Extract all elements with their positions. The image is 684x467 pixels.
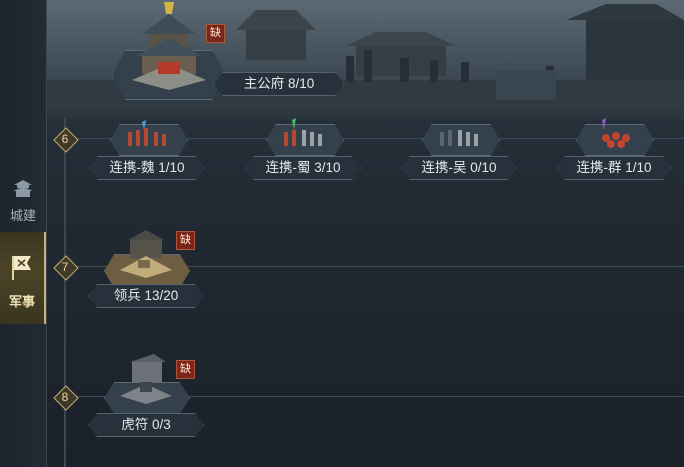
tier-6-number: 6 [61,132,69,146]
tech-tree-screen: 城建 军事 缺 主公府 8/10 6 连携-魏 1/10 连携-蜀 3/10 连… [0,0,684,467]
tech-label-wu[interactable]: 连携-吴 0/10 [401,156,517,180]
wu-troops-icon [440,130,478,146]
missing-badge: 缺 [176,360,195,379]
tier-7-number: 7 [61,260,69,274]
pagoda-icon [13,180,33,197]
tech-label-tiger-tally[interactable]: 虎符 0/3 [88,413,204,437]
tech-label-qun[interactable]: 连携-群 1/10 [556,156,672,180]
tech-node-wu[interactable] [422,118,500,158]
left-nav: 城建 军事 [0,0,47,467]
timeline-line [64,118,66,467]
tiger-tally-icon [120,354,172,404]
nav-military-label: 军事 [8,294,35,309]
war-flag-icon [12,256,31,280]
missing-badge: 缺 [206,24,225,43]
barracks-icon [120,230,172,278]
tier-8-number: 8 [61,390,69,404]
shu-troops-icon [284,118,322,146]
tech-label-lead-troops[interactable]: 领兵 13/20 [88,284,204,308]
missing-badge: 缺 [176,231,195,250]
tech-label-wei[interactable]: 连携-魏 1/10 [89,156,205,180]
tech-node-wei[interactable] [110,118,188,158]
main-building-label[interactable]: 主公府 8/10 [214,72,344,96]
main-building-node[interactable] [108,0,228,100]
palace-icon [132,2,206,90]
tech-node-shu[interactable] [266,118,344,158]
qun-troops-icon [602,118,630,148]
tech-label-shu[interactable]: 连携-蜀 3/10 [245,156,361,180]
tech-node-qun[interactable] [576,118,654,158]
nav-city-building[interactable]: 城建 [0,178,46,224]
nav-city-label: 城建 [9,208,36,223]
wei-troops-icon [128,120,166,146]
nav-military[interactable]: 军事 [0,232,46,324]
